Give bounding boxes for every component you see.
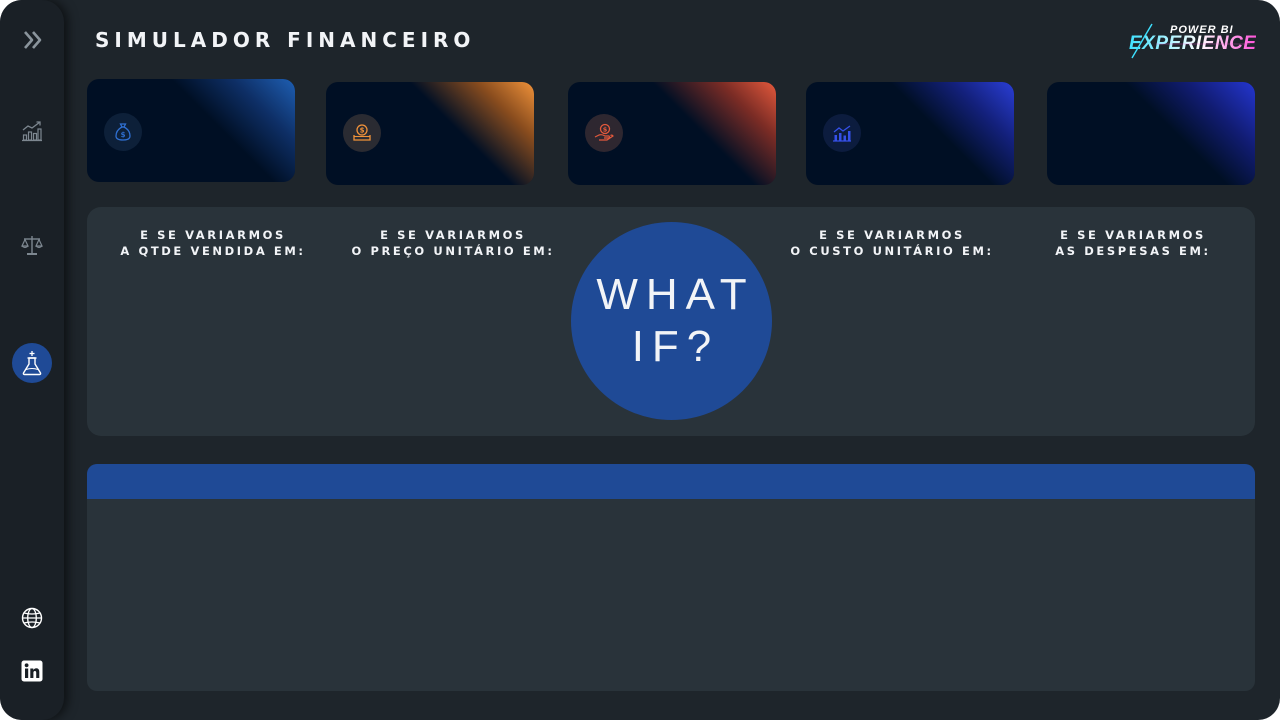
what-if-label-expenses: E SE VARIARMOS AS DESPESAS EM: [1055, 228, 1211, 258]
double-chevron-right-icon [24, 31, 42, 49]
kpi-card-price: $ [326, 82, 534, 185]
expand-sidebar-button[interactable] [12, 20, 52, 60]
what-if-label-quantity: E SE VARIARMOS A QTDE VENDIDA EM: [120, 228, 306, 258]
page-title: SIMULADOR FINANCEIRO [95, 28, 476, 52]
linkedin-icon [21, 660, 43, 682]
what-if-badge: WHAT IF? [571, 222, 772, 420]
kpi-card-cost: $ [568, 82, 776, 185]
globe-icon [21, 607, 43, 629]
linkedin-link[interactable] [12, 651, 52, 691]
app-window: SIMULADOR FINANCEIRO POWER BI EXPERIENCE… [0, 0, 1280, 720]
svg-text:$: $ [603, 126, 608, 134]
sidebar [0, 0, 64, 720]
kpi-card-result [806, 82, 1014, 185]
sidebar-item-what-if[interactable] [12, 343, 52, 383]
what-if-label-cost: E SE VARIARMOS O CUSTO UNITÁRIO EM: [790, 228, 994, 258]
logo-text-main: EXPERIENCE [1129, 33, 1256, 54]
svg-text:$: $ [121, 131, 126, 139]
kpi-icon-badge [823, 114, 861, 152]
results-table [87, 464, 1255, 691]
hand-coin-icon: $ [594, 123, 614, 141]
power-bi-experience-logo: POWER BI EXPERIENCE [1126, 20, 1257, 62]
sidebar-item-overview[interactable] [12, 111, 52, 151]
kpi-icon-badge: $ [104, 113, 142, 151]
svg-text:$: $ [360, 127, 365, 135]
kpi-icon-badge: $ [343, 114, 381, 152]
bar-chart-trend-icon [22, 121, 42, 142]
balance-scale-icon [21, 236, 43, 255]
kpi-card-extra [1047, 82, 1255, 185]
line-bar-chart-icon [833, 125, 851, 142]
dollar-coin-hand-icon: $ [353, 124, 371, 141]
sidebar-item-comparison[interactable] [12, 225, 52, 265]
what-if-label-price: E SE VARIARMOS O PREÇO UNITÁRIO EM: [351, 228, 555, 258]
table-header [87, 464, 1255, 499]
website-link[interactable] [12, 598, 52, 638]
money-bag-icon: $ [115, 123, 131, 141]
what-if-panel: E SE VARIARMOS A QTDE VENDIDA EM: E SE V… [87, 207, 1255, 436]
kpi-icon-badge: $ [585, 114, 623, 152]
flask-icon [22, 351, 42, 376]
kpi-card-quantity: $ [87, 79, 295, 182]
